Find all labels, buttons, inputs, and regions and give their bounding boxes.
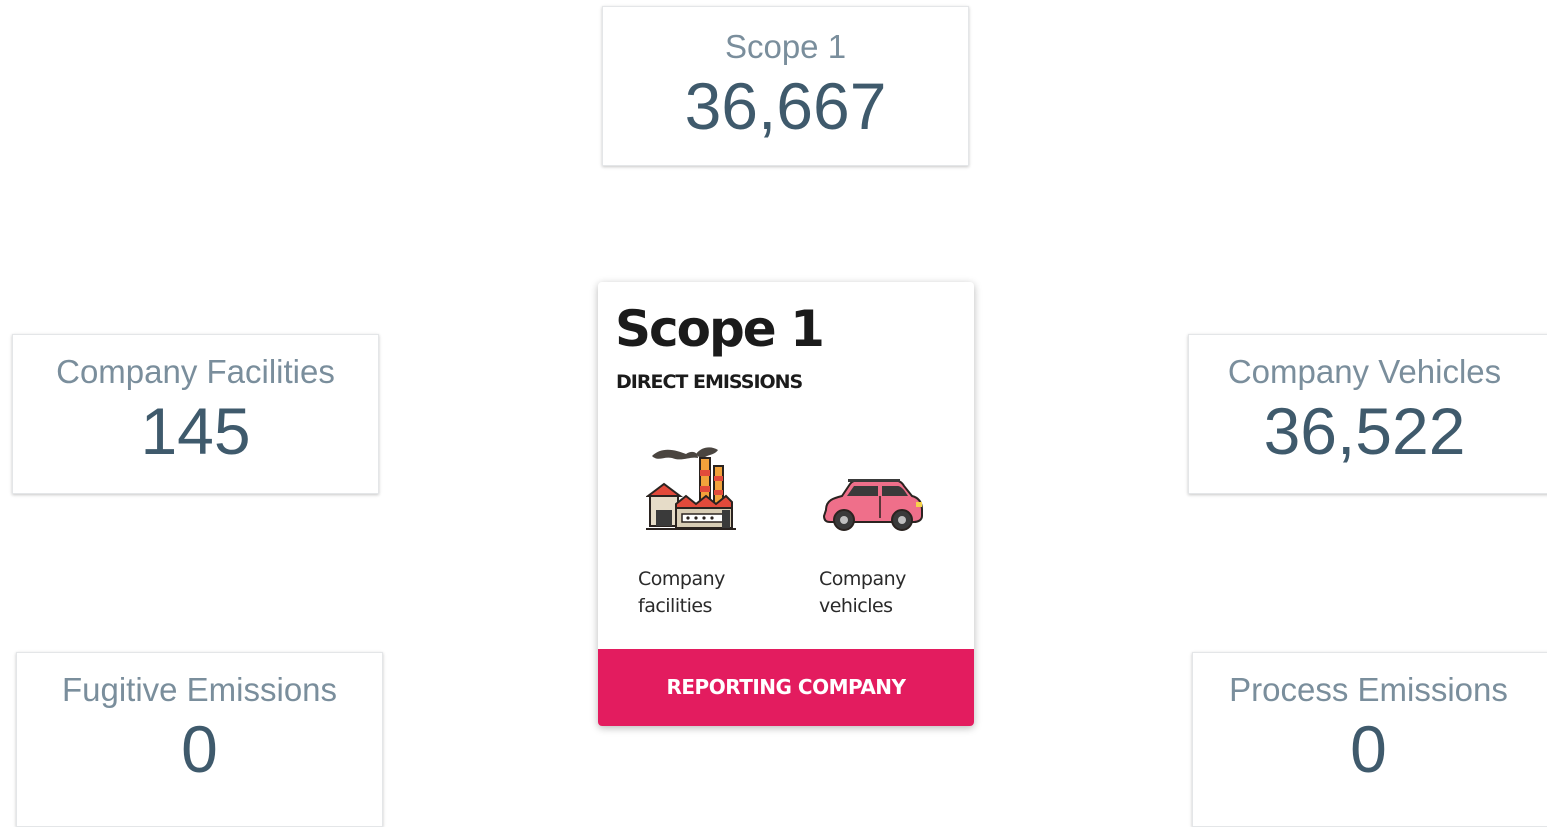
kpi-card-process-emissions: Process Emissions 0 <box>1192 652 1547 827</box>
kpi-card-scope1: Scope 1 36,667 <box>602 6 969 166</box>
factory-icon <box>646 447 736 530</box>
kpi-value: 145 <box>140 394 251 468</box>
caption-line: vehicles <box>819 595 893 617</box>
caption-company-facilities: Company facilities <box>638 566 758 620</box>
kpi-label: Company Facilities <box>56 353 335 390</box>
caption-line: Company <box>638 568 725 590</box>
card-subtitle: DIRECT EMISSIONS <box>616 371 803 393</box>
kpi-value: 36,667 <box>684 69 887 143</box>
caption-company-vehicles: Company vehicles <box>819 566 939 620</box>
reporting-company-banner: REPORTING COMPANY <box>598 649 974 726</box>
kpi-value: 0 <box>181 712 218 786</box>
kpi-card-fugitive-emissions: Fugitive Emissions 0 <box>16 652 383 827</box>
kpi-label: Scope 1 <box>724 28 847 65</box>
card-title: Scope 1 <box>615 300 825 358</box>
caption-line: Company <box>819 568 906 590</box>
kpi-value: 0 <box>1350 712 1387 786</box>
car-icon <box>822 479 923 531</box>
kpi-value: 36,522 <box>1263 394 1466 468</box>
scope-infographic-card: Scope 1 DIRECT EMISSIONS Company facilit… <box>598 282 974 726</box>
kpi-card-company-facilities: Company Facilities 145 <box>12 334 379 494</box>
caption-line: facilities <box>638 595 712 617</box>
kpi-label: Process Emissions <box>1229 671 1508 708</box>
kpi-card-company-vehicles: Company Vehicles 36,522 <box>1188 334 1547 494</box>
kpi-label: Fugitive Emissions <box>61 671 338 708</box>
kpi-label: Company Vehicles <box>1227 353 1502 390</box>
